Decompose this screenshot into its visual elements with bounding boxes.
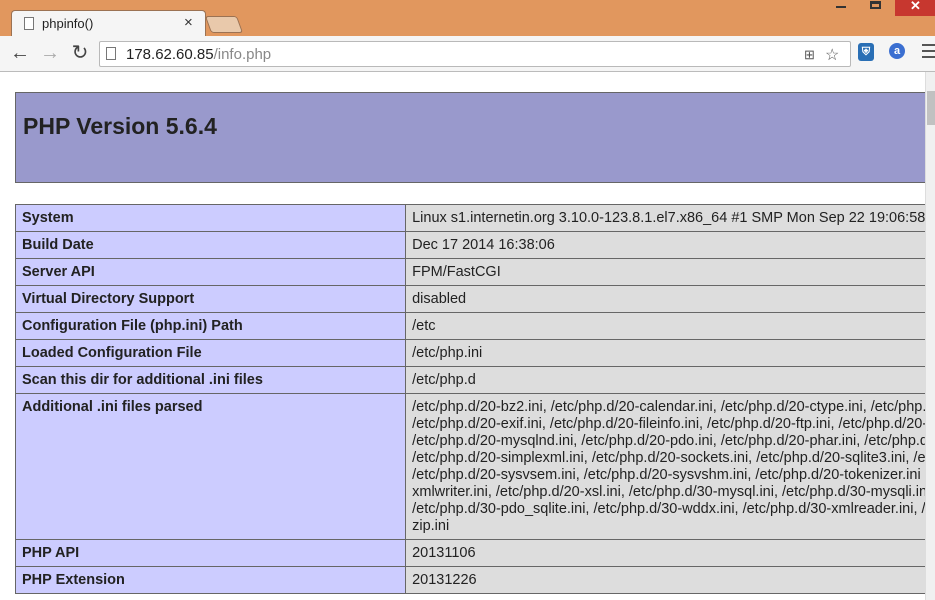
row-value: /etc/php.ini — [405, 339, 935, 367]
extension-shield-icon[interactable]: ⛨ — [858, 43, 874, 61]
row-key: Additional .ini files parsed — [14, 393, 407, 540]
bookmark-star-icon[interactable]: ☆ — [825, 45, 839, 65]
minimize-button[interactable] — [826, 0, 856, 16]
row-key: Scan this dir for additional .ini files — [14, 366, 407, 394]
tab-phpinfo[interactable]: phpinfo() × — [11, 10, 206, 36]
table-row: Configuration File (php.ini) Path/etc — [14, 312, 935, 340]
page-icon — [24, 17, 34, 30]
title-bar: phpinfo() × ✕ — [0, 0, 935, 36]
table-row: PHP Extension 20131226 — [14, 566, 935, 594]
table-row: Virtual Directory Support disabled — [14, 285, 935, 313]
translate-icon[interactable]: ⊞ — [804, 47, 815, 63]
row-value: /etc/php.d/20-bz2.ini, /etc/php.d/20-cal… — [405, 393, 935, 540]
row-value: 20131226 — [405, 566, 935, 594]
row-key: System — [14, 204, 407, 232]
maximize-icon — [870, 1, 881, 9]
scroll-thumb[interactable] — [927, 91, 935, 125]
browser-toolbar: ← → ↻ 178.62.60.85/info.php ⊞ ☆ ⛨ a — [0, 36, 935, 72]
page-icon — [106, 47, 116, 60]
close-icon: ✕ — [910, 0, 921, 13]
table-row: Loaded Configuration File/etc/php.ini — [14, 339, 935, 367]
table-row: Server API FPM/FastCGI — [14, 258, 935, 286]
extension-account-icon[interactable]: a — [889, 43, 905, 59]
row-value: Dec 17 2014 16:38:06 — [405, 231, 935, 259]
vertical-scrollbar[interactable] — [925, 72, 935, 600]
forward-button[interactable]: → — [38, 41, 62, 65]
info-table: System Linux s1.internetin.org 3.10.0-123… — [14, 204, 935, 594]
table-row: Additional .ini files parsed/etc/php.d/2… — [14, 393, 935, 540]
row-value: /etc/php.d — [405, 366, 935, 394]
page-title: PHP Version 5.6.4 — [23, 113, 217, 139]
page-viewport: PHP Version 5.6.4 System Linux s1.interne… — [0, 72, 935, 600]
new-tab-button[interactable] — [204, 16, 244, 33]
table-row: Build Date Dec 17 2014 16:38:06 — [14, 231, 935, 259]
reload-button[interactable]: ↻ — [68, 41, 92, 65]
php-version-header: PHP Version 5.6.4 — [15, 92, 930, 183]
maximize-button[interactable] — [862, 0, 892, 16]
row-key: Build Date — [14, 231, 407, 259]
tab-title: phpinfo() — [42, 16, 94, 31]
table-row: System Linux s1.internetin.org 3.10.0-123… — [14, 204, 935, 232]
close-window-button[interactable]: ✕ — [895, 0, 935, 16]
row-key: PHP API — [14, 539, 407, 567]
table-row: Scan this dir for additional .ini files /… — [14, 366, 935, 394]
address-bar[interactable]: 178.62.60.85/info.php ⊞ ☆ — [99, 41, 851, 67]
menu-icon[interactable] — [922, 44, 935, 58]
row-key: Virtual Directory Support — [14, 285, 407, 313]
row-value: disabled — [405, 285, 935, 313]
row-value: /etc — [405, 312, 935, 340]
row-value: Linux s1.internetin.org 3.10.0-123.8.1.e… — [405, 204, 935, 232]
table-row: PHP API 20131106 — [14, 539, 935, 567]
row-value: FPM/FastCGI — [405, 258, 935, 286]
row-key: Configuration File (php.ini) Path — [14, 312, 407, 340]
minimize-icon — [836, 6, 846, 8]
row-key: Loaded Configuration File — [14, 339, 407, 367]
row-key: Server API — [14, 258, 407, 286]
back-button[interactable]: ← — [8, 41, 32, 65]
row-value: 20131106 — [405, 539, 935, 567]
tab-close-icon[interactable]: × — [184, 14, 193, 31]
url-text[interactable]: 178.62.60.85/info.php — [126, 46, 271, 63]
row-key: PHP Extension — [14, 566, 407, 594]
